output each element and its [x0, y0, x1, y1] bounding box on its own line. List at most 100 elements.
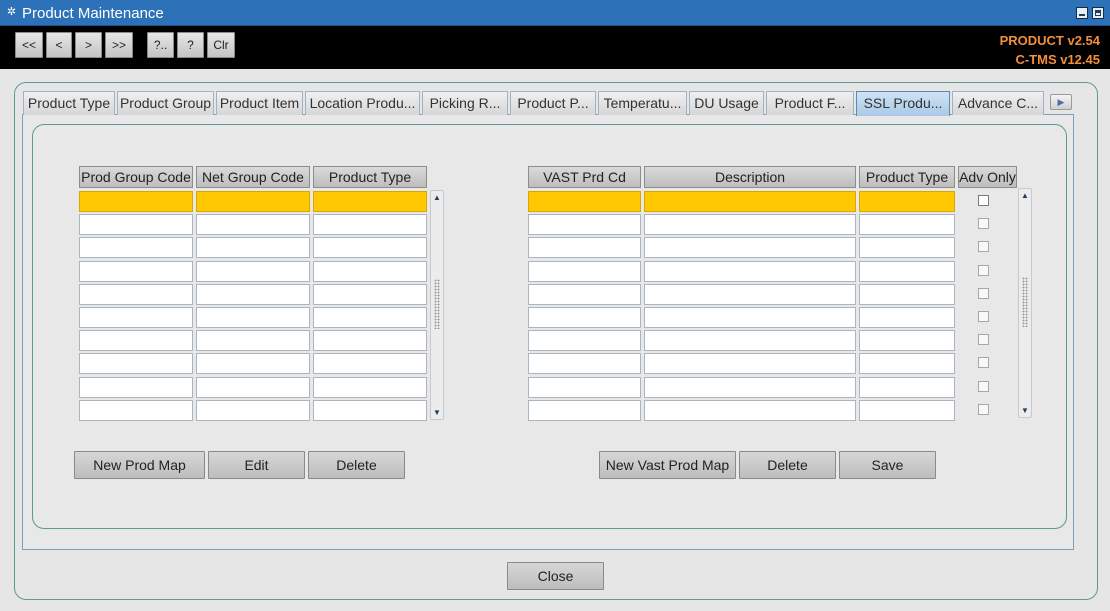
right-table-cell[interactable]	[644, 330, 856, 351]
help-button[interactable]: ?	[177, 32, 204, 58]
right-table-cell[interactable]	[859, 377, 955, 398]
left-table-cell[interactable]	[313, 284, 427, 305]
tab-product-type[interactable]: Product Type	[23, 91, 115, 115]
right-table-cell[interactable]	[644, 284, 856, 305]
left-table-cell[interactable]	[313, 377, 427, 398]
previous-record-button[interactable]: <	[46, 32, 72, 58]
adv-only-checkbox[interactable]	[978, 265, 989, 276]
left-table-cell[interactable]	[313, 261, 427, 282]
left-table-cell[interactable]	[79, 307, 193, 328]
left-table-cell[interactable]	[313, 330, 427, 351]
right-table-cell[interactable]	[528, 400, 641, 421]
next-record-button[interactable]: >	[75, 32, 102, 58]
tab-scroll-right-button[interactable]: ▶	[1050, 94, 1072, 110]
new-vast-prod-map-button[interactable]: New Vast Prod Map	[599, 451, 736, 479]
scroll-up-icon[interactable]: ▲	[1019, 190, 1031, 202]
right-table-cell[interactable]	[859, 191, 955, 212]
tab-product-f[interactable]: Product F...	[766, 91, 854, 115]
right-table-cell[interactable]	[644, 261, 856, 282]
new-prod-map-button[interactable]: New Prod Map	[74, 451, 205, 479]
adv-only-checkbox[interactable]	[978, 288, 989, 299]
right-table-cell[interactable]	[859, 353, 955, 374]
scroll-up-icon[interactable]: ▲	[431, 192, 443, 204]
right-table-cell[interactable]	[644, 400, 856, 421]
right-table-cell[interactable]	[528, 284, 641, 305]
right-table-cell[interactable]	[644, 307, 856, 328]
right-table-cell[interactable]	[644, 353, 856, 374]
right-table-cell[interactable]	[859, 261, 955, 282]
left-table-cell[interactable]	[313, 237, 427, 258]
right-table-cell[interactable]	[528, 191, 641, 212]
left-table-cell[interactable]	[79, 377, 193, 398]
right-table-cell[interactable]	[528, 330, 641, 351]
right-table-cell[interactable]	[859, 214, 955, 235]
right-table-cell[interactable]	[859, 284, 955, 305]
adv-only-checkbox[interactable]	[978, 311, 989, 322]
left-table-cell[interactable]	[196, 237, 310, 258]
right-table-cell[interactable]	[528, 261, 641, 282]
maximize-button[interactable]	[1092, 7, 1104, 19]
delete-prod-map-button[interactable]: Delete	[308, 451, 405, 479]
left-table-cell[interactable]	[196, 284, 310, 305]
left-table-cell[interactable]	[313, 307, 427, 328]
delete-vast-prod-map-button[interactable]: Delete	[739, 451, 836, 479]
left-table-cell[interactable]	[313, 214, 427, 235]
right-table-cell[interactable]	[528, 214, 641, 235]
left-table-cell[interactable]	[313, 191, 427, 212]
right-table-cell[interactable]	[859, 400, 955, 421]
left-table-cell[interactable]	[313, 400, 427, 421]
minimize-button[interactable]	[1076, 7, 1088, 19]
right-table-cell[interactable]	[528, 237, 641, 258]
tab-product-p[interactable]: Product P...	[510, 91, 596, 115]
tab-picking-r[interactable]: Picking R...	[422, 91, 508, 115]
tab-temperature[interactable]: Temperatu...	[598, 91, 687, 115]
left-table-cell[interactable]	[196, 214, 310, 235]
adv-only-checkbox[interactable]	[978, 218, 989, 229]
left-table-cell[interactable]	[196, 353, 310, 374]
adv-only-checkbox[interactable]	[978, 404, 989, 415]
right-table-cell[interactable]	[859, 330, 955, 351]
tab-location-product[interactable]: Location Produ...	[305, 91, 420, 115]
edit-button[interactable]: Edit	[208, 451, 305, 479]
right-table-cell[interactable]	[644, 237, 856, 258]
left-table-cell[interactable]	[196, 191, 310, 212]
tab-product-item[interactable]: Product Item	[216, 91, 303, 115]
right-table-cell[interactable]	[644, 377, 856, 398]
close-button[interactable]: Close	[507, 562, 604, 590]
tab-product-group[interactable]: Product Group	[117, 91, 214, 115]
right-table-cell[interactable]	[644, 191, 856, 212]
left-table-cell[interactable]	[79, 330, 193, 351]
scroll-thumb[interactable]	[1022, 277, 1028, 327]
adv-only-checkbox[interactable]	[978, 334, 989, 345]
left-table-cell[interactable]	[79, 353, 193, 374]
adv-only-checkbox[interactable]	[978, 381, 989, 392]
left-table-cell[interactable]	[196, 330, 310, 351]
left-table-cell[interactable]	[79, 400, 193, 421]
left-table-cell[interactable]	[196, 307, 310, 328]
clear-button[interactable]: Clr	[207, 32, 235, 58]
scroll-down-icon[interactable]: ▼	[1019, 405, 1031, 417]
adv-only-checkbox[interactable]	[978, 357, 989, 368]
save-button[interactable]: Save	[839, 451, 936, 479]
scroll-thumb[interactable]	[434, 279, 440, 329]
left-table-cell[interactable]	[313, 353, 427, 374]
right-table-cell[interactable]	[644, 214, 856, 235]
last-record-button[interactable]: >>	[105, 32, 133, 58]
left-table-cell[interactable]	[196, 377, 310, 398]
right-table-cell[interactable]	[859, 307, 955, 328]
left-table-cell[interactable]	[79, 261, 193, 282]
adv-only-checkbox[interactable]	[978, 195, 989, 206]
right-table-cell[interactable]	[859, 237, 955, 258]
left-table-cell[interactable]	[79, 191, 193, 212]
first-record-button[interactable]: <<	[15, 32, 43, 58]
right-table-cell[interactable]	[528, 377, 641, 398]
left-table-cell[interactable]	[196, 400, 310, 421]
right-table-cell[interactable]	[528, 307, 641, 328]
tab-ssl-product[interactable]: SSL Produ...	[856, 91, 950, 116]
left-table-cell[interactable]	[79, 214, 193, 235]
tab-advance-c[interactable]: Advance C...	[952, 91, 1044, 115]
left-table-cell[interactable]	[196, 261, 310, 282]
adv-only-checkbox[interactable]	[978, 241, 989, 252]
left-table-cell[interactable]	[79, 237, 193, 258]
tab-du-usage[interactable]: DU Usage	[689, 91, 764, 115]
